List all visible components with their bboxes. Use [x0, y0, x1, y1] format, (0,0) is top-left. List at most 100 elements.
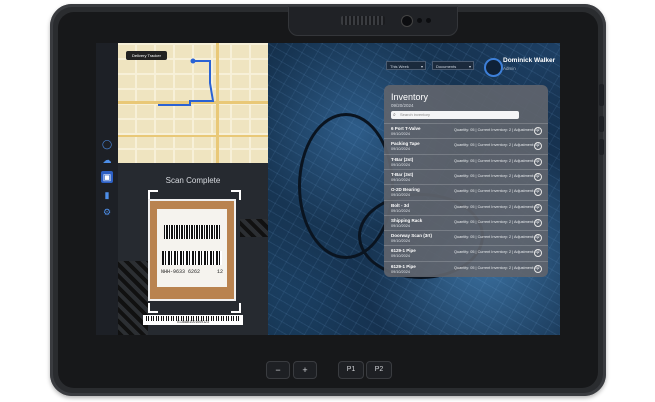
user-role: Admin	[503, 66, 516, 71]
hw-p1-button[interactable]: P1	[338, 361, 364, 379]
check-circle-icon[interactable]: ✓	[534, 234, 542, 243]
tracker-chip-label: Delivery Tracker	[132, 53, 161, 58]
item-name: Doorway Scan (3rt)	[391, 233, 433, 239]
item-name: T-Bar (3st)	[391, 171, 414, 177]
list-item[interactable]: O-2D Bearing 09/10/2024 Quantity: 05 | Cur…	[384, 184, 548, 199]
item-name: 6129-1 Pipe	[391, 248, 416, 254]
barcode	[164, 225, 220, 239]
avatar[interactable]	[484, 58, 503, 77]
check-circle-icon[interactable]: ✓	[534, 218, 542, 227]
search-icon: ⌕	[393, 112, 396, 118]
item-stock-meta: Quantity: 05 | Current Inventory: 2 | Ad…	[454, 235, 540, 240]
delivery-tracker-chip[interactable]: Delivery Tracker	[126, 51, 167, 60]
sensor-icon	[426, 18, 431, 23]
item-stock-meta: Quantity: 05 | Current Inventory: 2 | Ad…	[454, 250, 540, 255]
hw-minus-button[interactable]: −	[266, 361, 290, 379]
item-date: 09/10/2024	[391, 239, 411, 244]
item-name: 6 Port T-Valve	[391, 126, 421, 131]
list-item[interactable]: T-Bar (2st) 09/10/2024 Quantity: 05 | Curr…	[384, 153, 548, 169]
item-date: 09/10/2024	[391, 177, 411, 182]
side-button[interactable]	[599, 139, 604, 155]
check-circle-icon[interactable]: ✓	[534, 157, 542, 166]
tracking-suffix: 12	[217, 269, 224, 275]
inventory-panel: Inventory 09/20/2024 ⌕ Search inventory …	[384, 85, 548, 277]
hazard-stripes	[240, 219, 268, 237]
item-date: 09/10/2024	[391, 223, 411, 228]
chevron-down-icon: ▾	[420, 64, 423, 69]
list-item[interactable]: 6 Port T-Valve 09/10/2024 Quantity: 05 | C…	[384, 123, 548, 138]
side-button[interactable]	[599, 84, 604, 106]
item-date: 09/10/2024	[391, 208, 411, 213]
chevron-down-icon: ▾	[468, 64, 471, 69]
item-name: O-2D Bearing	[391, 187, 420, 193]
cloud-icon[interactable]: ☁	[101, 154, 113, 166]
list-item[interactable]: 6129-1 Pipe 09/10/2024 Quantity: 05 | Curr…	[384, 260, 548, 276]
user-name: Dominick Walker	[503, 57, 556, 64]
barcode	[162, 251, 222, 265]
filter-dropdown-type[interactable]: Documents ▾	[432, 61, 474, 70]
item-stock-meta: Quantity: 05 | Current Inventory: 2 | Ad…	[454, 143, 540, 148]
list-item[interactable]: T-Bar (3st) 09/10/2024 Quantity: 05 | Curr…	[384, 168, 548, 184]
check-circle-icon[interactable]: ✓	[534, 188, 542, 197]
search-placeholder: Search inventory	[400, 112, 431, 117]
inventory-search-input[interactable]: ⌕ Search inventory	[391, 111, 519, 119]
item-stock-meta: Quantity: 05 | Current Inventory: 2 | Ad…	[454, 189, 540, 194]
sensor-icon	[417, 18, 422, 23]
item-stock-meta: Quantity: 05 | Current Inventory: 2 | Ad…	[454, 173, 540, 178]
item-date: 09/10/2024	[391, 147, 411, 152]
bar-chart-icon[interactable]: ▮	[101, 189, 113, 201]
filter-period-value: This Week	[390, 64, 409, 69]
item-name: Packing Tape	[391, 141, 420, 147]
inventory-date: 09/20/2024	[391, 103, 414, 108]
camera-bar	[288, 6, 458, 36]
scan-frame-corner	[148, 303, 158, 313]
item-date: 09/10/2024	[391, 193, 411, 198]
inventory-title: Inventory	[391, 92, 429, 102]
check-circle-icon[interactable]: ✓	[534, 142, 542, 151]
scan-frame-corner	[231, 303, 241, 313]
sidebar: ◯ ☁ ▣ ▮ ⚙	[96, 43, 118, 335]
box-icon[interactable]: ▣	[101, 171, 113, 183]
gear-icon[interactable]: ⚙	[101, 206, 113, 218]
item-date: 09/10/2024	[391, 254, 411, 259]
hw-p2-button[interactable]: P2	[366, 361, 392, 379]
barcode-number: 0136AB1001009123	[177, 320, 209, 324]
list-item[interactable]: 6129-1 Pipe 09/10/2024 Quantity: 05 | Curr…	[384, 245, 548, 260]
screen: ◯ ☁ ▣ ▮ ⚙ Delivery Tracker Scan Complete	[96, 43, 560, 335]
speaker-grille	[341, 16, 385, 25]
item-stock-meta: Quantity: 05 | Current Inventory: 2 | Ad…	[454, 265, 540, 270]
check-circle-icon[interactable]: ✓	[534, 249, 542, 258]
route-line	[158, 58, 215, 106]
item-stock-meta: Quantity: 05 | Current Inventory: 2 | Ad…	[454, 128, 540, 132]
item-name: Shipping Rack	[391, 217, 423, 223]
shipping-label: NHH-9633 6262 12	[157, 209, 227, 287]
item-stock-meta: Quantity: 05 | Current Inventory: 2 | Ad…	[454, 219, 540, 224]
scanned-package: NHH-9633 6262 12	[148, 199, 236, 301]
item-date: 09/10/2024	[391, 162, 411, 167]
item-stock-meta: Quantity: 05 | Current Inventory: 2 | Ad…	[454, 204, 540, 209]
item-name: T-Bar (2st)	[391, 156, 414, 162]
delivery-map[interactable]: Delivery Tracker	[118, 43, 268, 163]
check-circle-icon[interactable]: ✓	[534, 203, 542, 212]
check-circle-icon[interactable]: ✓	[534, 127, 542, 135]
circle-icon[interactable]: ◯	[101, 138, 113, 150]
item-name: 6129-1 Pipe	[391, 263, 416, 269]
list-item[interactable]: Shipping Rack 09/10/2024 Quantity: 05 | Cu…	[384, 214, 548, 230]
item-stock-meta: Quantity: 05 | Current Inventory: 2 | Ad…	[454, 158, 540, 163]
front-camera-icon	[401, 15, 413, 27]
list-item[interactable]: Bolt - 3d 09/10/2024 Quantity: 05 | Curren…	[384, 199, 548, 215]
tracking-number: NHH-9633 6262	[161, 269, 201, 275]
list-item[interactable]: Packing Tape 09/10/2024 Quantity: 05 | Cur…	[384, 138, 548, 153]
filter-type-value: Documents	[436, 64, 457, 69]
scanned-barcode-strip: 0136AB1001009123	[143, 315, 243, 325]
scan-status-title: Scan Complete	[165, 176, 221, 185]
filter-dropdown-period[interactable]: This Week ▾	[386, 61, 426, 70]
list-item[interactable]: Doorway Scan (3rt) 09/10/2024 Quantity: 05…	[384, 230, 548, 245]
item-name: Bolt - 3d	[391, 202, 409, 208]
item-date: 09/10/2024	[391, 269, 411, 274]
hw-plus-button[interactable]: +	[293, 361, 317, 379]
check-circle-icon[interactable]: ✓	[534, 264, 542, 273]
scan-panel: Scan Complete NHH-9633 6262 12 0136AB100…	[118, 163, 268, 335]
side-button[interactable]	[599, 116, 604, 132]
check-circle-icon[interactable]: ✓	[534, 172, 542, 181]
